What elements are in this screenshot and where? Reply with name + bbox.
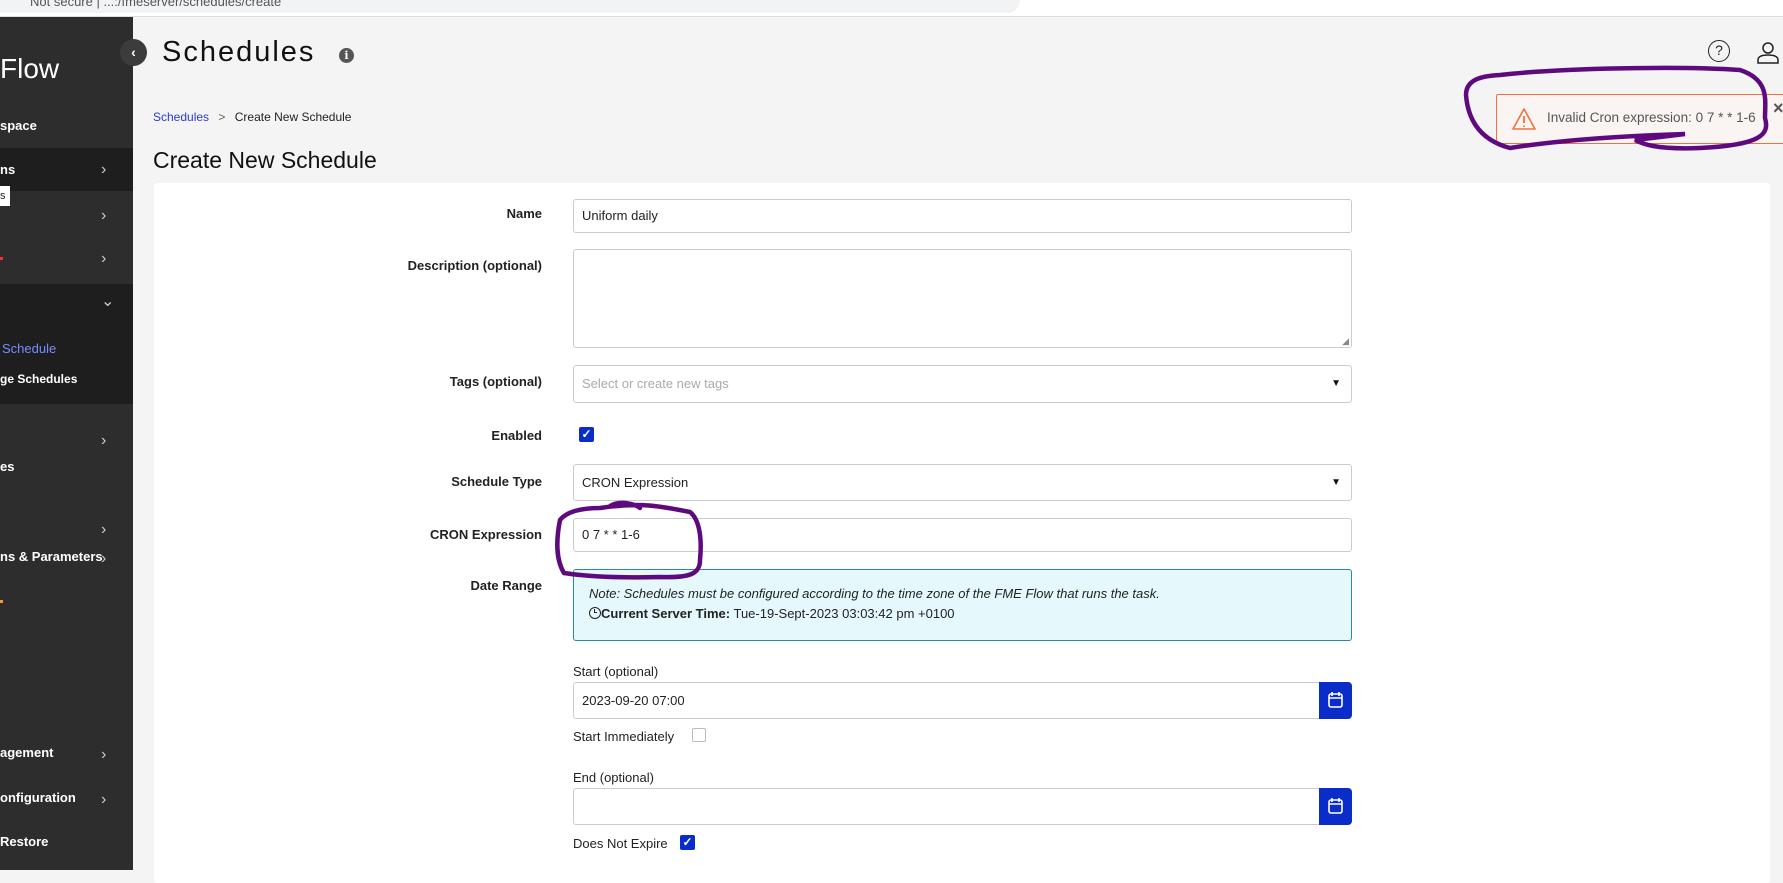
chevron-right-icon: ›	[101, 161, 107, 178]
warning-icon	[1512, 108, 1536, 130]
sidebar-item-label: Restore	[0, 834, 49, 849]
enabled-checkbox[interactable]: ✓	[579, 427, 594, 442]
cron-input[interactable]: 0 7 * * 1-6	[573, 518, 1352, 552]
breadcrumb-separator: >	[218, 110, 226, 124]
does-not-expire-checkbox[interactable]: ✓	[680, 835, 695, 850]
breadcrumb-current: Create New Schedule	[234, 110, 352, 124]
caret-down-icon: ▼	[1331, 477, 1341, 488]
tags-placeholder: Select or create new tags	[582, 376, 729, 391]
breadcrumb-schedules-link[interactable]: Schedules	[153, 110, 209, 124]
form-heading: Create New Schedule	[153, 147, 377, 173]
orange-indicator	[0, 600, 3, 603]
logo: Flow	[0, 53, 60, 84]
toast-close-button[interactable]: ×	[1773, 98, 1783, 119]
caret-down-icon: ▼	[1331, 378, 1341, 389]
chevron-right-icon: ›	[101, 746, 107, 763]
sidebar: Flow space ns › s › › ⌄ Schedule ge Sched…	[0, 17, 133, 870]
sidebar-item-label: onfiguration	[0, 790, 76, 805]
tooltip: s	[0, 186, 10, 206]
timezone-note: Note: Schedules must be configured accor…	[573, 569, 1352, 641]
start-calendar-button[interactable]	[1319, 682, 1352, 719]
cron-value: 0 7 * * 1-6	[582, 527, 640, 542]
name-input[interactable]: Uniform daily	[573, 199, 1352, 233]
enabled-label: Enabled	[491, 428, 542, 443]
note-text: Note: Schedules must be configured accor…	[589, 586, 1160, 601]
start-value: 2023-09-20 07:00	[582, 693, 685, 708]
end-date-input[interactable]	[573, 788, 1320, 825]
description-label: Description (optional)	[407, 258, 542, 273]
help-icon[interactable]: ?	[1708, 40, 1730, 62]
calendar-icon	[1328, 798, 1343, 814]
collapse-sidebar-button[interactable]: ‹	[120, 39, 147, 66]
sidebar-item-label: space	[0, 118, 37, 133]
chevron-right-icon: ›	[101, 207, 107, 224]
chevron-right-icon: ›	[101, 791, 107, 808]
sidebar-item-label: ns	[0, 162, 16, 177]
chevron-right-icon: ›	[101, 521, 107, 538]
user-icon[interactable]	[1756, 40, 1780, 64]
start-immediately-checkbox[interactable]	[692, 728, 706, 742]
schedule-type-label: Schedule Type	[451, 474, 542, 489]
sidebar-item-label: Schedule	[2, 341, 57, 356]
description-textarea[interactable]: ◢	[573, 249, 1352, 348]
error-toast: Invalid Cron expression: 0 7 * * 1-6	[1496, 94, 1783, 144]
tags-select[interactable]: Select or create new tags ▼	[573, 365, 1352, 403]
tags-label: Tags (optional)	[449, 374, 542, 389]
end-calendar-button[interactable]	[1319, 788, 1352, 825]
calendar-icon	[1328, 692, 1343, 708]
sidebar-active-band	[0, 148, 133, 191]
breadcrumb: Schedules > Create New Schedule	[153, 110, 351, 124]
sidebar-item-label: ns & Parameters	[0, 549, 103, 564]
browser-bar: Not secure | ...:/fmeserver/schedules/cr…	[0, 0, 1783, 17]
info-icon[interactable]: i	[339, 48, 354, 63]
chevron-right-icon: ›	[101, 432, 107, 449]
schedule-type-select[interactable]: CRON Expression ▼	[573, 464, 1352, 501]
chevron-right-icon: ›	[101, 250, 107, 267]
name-label: Name	[506, 206, 542, 221]
start-immediately-label: Start Immediately	[573, 729, 675, 744]
address-bar[interactable]: Not secure | ...:/fmeserver/schedules/cr…	[0, 0, 1020, 13]
server-time-label: Current Server Time:	[601, 606, 731, 621]
start-date-input[interactable]: 2023-09-20 07:00	[573, 682, 1320, 719]
url-text: Not secure | ...:/fmeserver/schedules/cr…	[30, 0, 282, 9]
chevron-down-icon: ⌄	[101, 293, 115, 310]
date-range-label: Date Range	[470, 578, 542, 593]
resize-handle-icon[interactable]: ◢	[1342, 325, 1349, 357]
sidebar-item-label: agement	[0, 745, 54, 760]
server-time-value: Tue-19-Sept-2023 03:03:42 pm +0100	[733, 606, 955, 621]
cron-label: CRON Expression	[430, 527, 542, 542]
chevron-right-icon: ›	[101, 550, 107, 567]
toast-message: Invalid Cron expression: 0 7 * * 1-6	[1547, 110, 1756, 125]
red-indicator	[0, 257, 3, 260]
sidebar-item-label: ge Schedules	[0, 372, 78, 386]
name-value: Uniform daily	[582, 208, 658, 223]
start-label: Start (optional)	[573, 664, 659, 679]
does-not-expire-label: Does Not Expire	[573, 836, 668, 851]
sidebar-item-label: es	[0, 459, 15, 474]
clock-icon	[589, 607, 601, 619]
end-label: End (optional)	[573, 770, 654, 785]
schedule-type-value: CRON Expression	[582, 475, 689, 490]
page-title: Schedules	[162, 36, 316, 68]
